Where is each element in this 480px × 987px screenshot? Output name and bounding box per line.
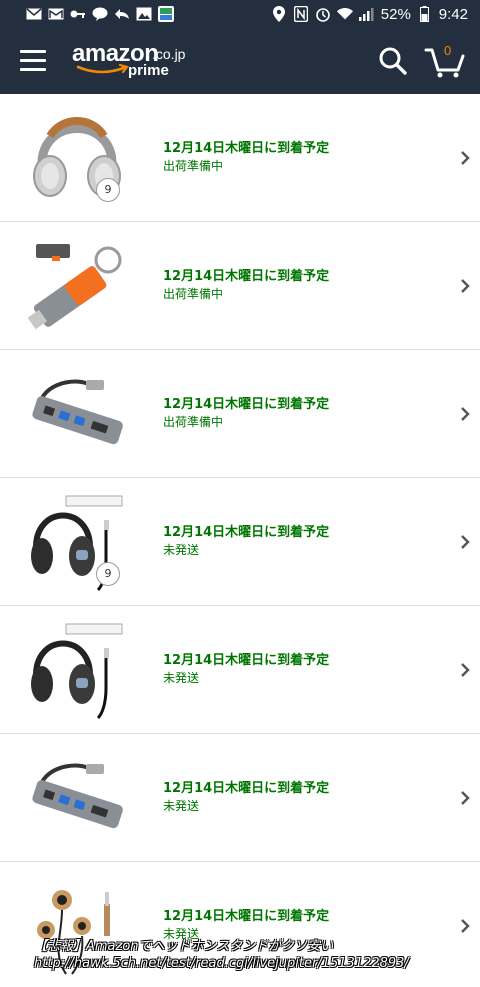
amazon-prime-logo[interactable]: amazon .co.jp prime	[72, 40, 192, 84]
delivery-date: 12月14日木曜日に到着予定	[163, 909, 330, 924]
usb-c-card-reader-icon	[22, 234, 132, 338]
chevron-right-icon	[461, 791, 470, 805]
reply-icon	[114, 7, 130, 21]
cart-count: 0	[444, 43, 452, 58]
wifi-icon	[336, 7, 353, 21]
search-icon[interactable]	[378, 46, 408, 76]
usb-c-hub-icon	[22, 746, 132, 850]
app-header: amazon .co.jp prime 0	[0, 28, 480, 94]
order-list: 9 12月14日木曜日に到着予定 出荷準備中 12月14日木曜日に到着予定 出荷…	[0, 94, 480, 987]
chevron-right-icon	[461, 535, 470, 549]
watermark-title: 【悲報】Amazonでヘッドホンスタンドがクソ安い	[34, 939, 334, 954]
gmail-icon	[48, 7, 64, 21]
shipping-status: 未発送	[163, 671, 200, 685]
order-row[interactable]: 12月14日木曜日に到着予定 未発送	[0, 606, 480, 734]
shipping-status: 未発送	[163, 799, 200, 813]
cart-button[interactable]: 0	[424, 42, 466, 78]
order-row[interactable]: 9 12月14日木曜日に到着予定 未発送	[0, 478, 480, 606]
order-row[interactable]: 12月14日木曜日に到着予定 出荷準備中	[0, 222, 480, 350]
watermark-url: http://hawk.5ch.net/test/read.cgi/liveju…	[34, 956, 409, 971]
battery-icon	[417, 6, 433, 22]
chevron-right-icon	[461, 151, 470, 165]
delivery-date: 12月14日木曜日に到着予定	[163, 525, 330, 540]
line-icon	[92, 7, 108, 21]
image-icon	[136, 7, 152, 21]
system-status: 52% 9:42	[271, 6, 468, 23]
chevron-right-icon	[461, 279, 470, 293]
key-icon	[70, 7, 86, 21]
shipping-status: 出荷準備中	[163, 159, 224, 173]
alarm-icon	[315, 7, 331, 22]
chevron-right-icon	[461, 663, 470, 677]
order-row[interactable]: 12月14日木曜日に到着予定 出荷準備中	[0, 350, 480, 478]
headphones-black-icon	[22, 618, 132, 722]
location-icon	[271, 6, 287, 22]
delivery-date: 12月14日木曜日に到着予定	[163, 397, 330, 412]
hamburger-menu-icon[interactable]	[20, 50, 46, 72]
order-row[interactable]: 9 12月14日木曜日に到着予定 出荷準備中	[0, 94, 480, 222]
shipping-status: 未発送	[163, 543, 200, 557]
quantity-badge: 9	[96, 562, 120, 586]
smile-arrow-icon	[76, 64, 129, 74]
quantity-badge: 9	[96, 178, 120, 202]
signal-icon	[358, 7, 375, 21]
logo-domain: .co.jp	[152, 46, 186, 62]
app-notification-icon	[158, 6, 174, 22]
source-watermark: 【悲報】Amazonでヘッドホンスタンドがクソ安い http://hawk.5c…	[34, 938, 409, 972]
delivery-date: 12月14日木曜日に到着予定	[163, 141, 330, 156]
shipping-status: 出荷準備中	[163, 287, 224, 301]
chevron-right-icon	[461, 919, 470, 933]
mail-icon	[26, 7, 42, 21]
clock: 9:42	[438, 5, 468, 23]
delivery-date: 12月14日木曜日に到着予定	[163, 781, 330, 796]
status-bar: 52% 9:42	[0, 0, 480, 28]
delivery-date: 12月14日木曜日に到着予定	[163, 269, 330, 284]
delivery-date: 12月14日木曜日に到着予定	[163, 653, 330, 668]
battery-percent: 52%	[380, 5, 411, 23]
order-row[interactable]: 12月14日木曜日に到着予定 未発送	[0, 734, 480, 862]
usb-c-hub-icon	[22, 362, 132, 466]
logo-prime: prime	[128, 62, 169, 79]
nfc-icon	[293, 6, 309, 22]
notification-icons	[26, 6, 174, 22]
chevron-right-icon	[461, 407, 470, 421]
shipping-status: 出荷準備中	[163, 415, 224, 429]
